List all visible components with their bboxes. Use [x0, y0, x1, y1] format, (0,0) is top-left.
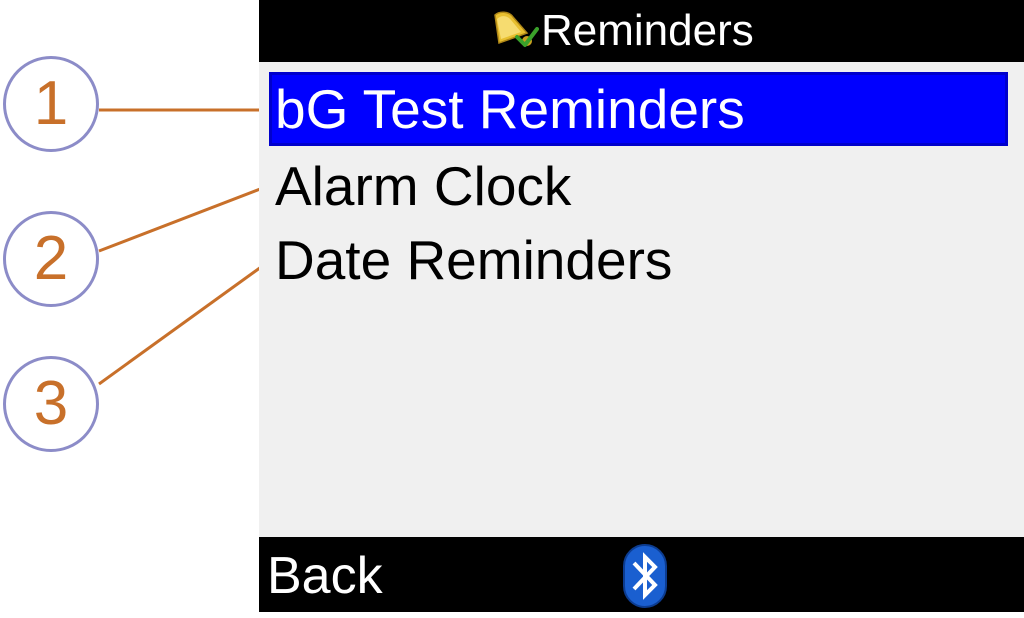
menu-item-date-reminders[interactable]: Date Reminders	[269, 224, 672, 296]
screen-title: Reminders	[541, 6, 754, 55]
annotated-screen-figure: 1 2 3 Reminders bG Test Reminders Alarm …	[0, 0, 1024, 618]
callout-1: 1	[3, 56, 99, 152]
title-group: Reminders	[487, 5, 754, 57]
bell-icon	[494, 11, 539, 47]
device-screen: Reminders bG Test Reminders Alarm Clock …	[259, 0, 1024, 612]
menu-item-bg-test-reminders[interactable]: bG Test Reminders	[269, 72, 1008, 146]
bottom-bar: Back	[259, 537, 1024, 612]
callout-2: 2	[3, 211, 99, 307]
callout-3-leader	[98, 260, 269, 386]
title-bar: Reminders	[259, 0, 1024, 62]
callout-2-leader	[98, 184, 269, 253]
bluetooth-icon	[623, 544, 667, 608]
callout-3: 3	[3, 356, 99, 452]
back-softkey[interactable]: Back	[267, 545, 383, 607]
menu-item-alarm-clock[interactable]: Alarm Clock	[269, 150, 571, 222]
